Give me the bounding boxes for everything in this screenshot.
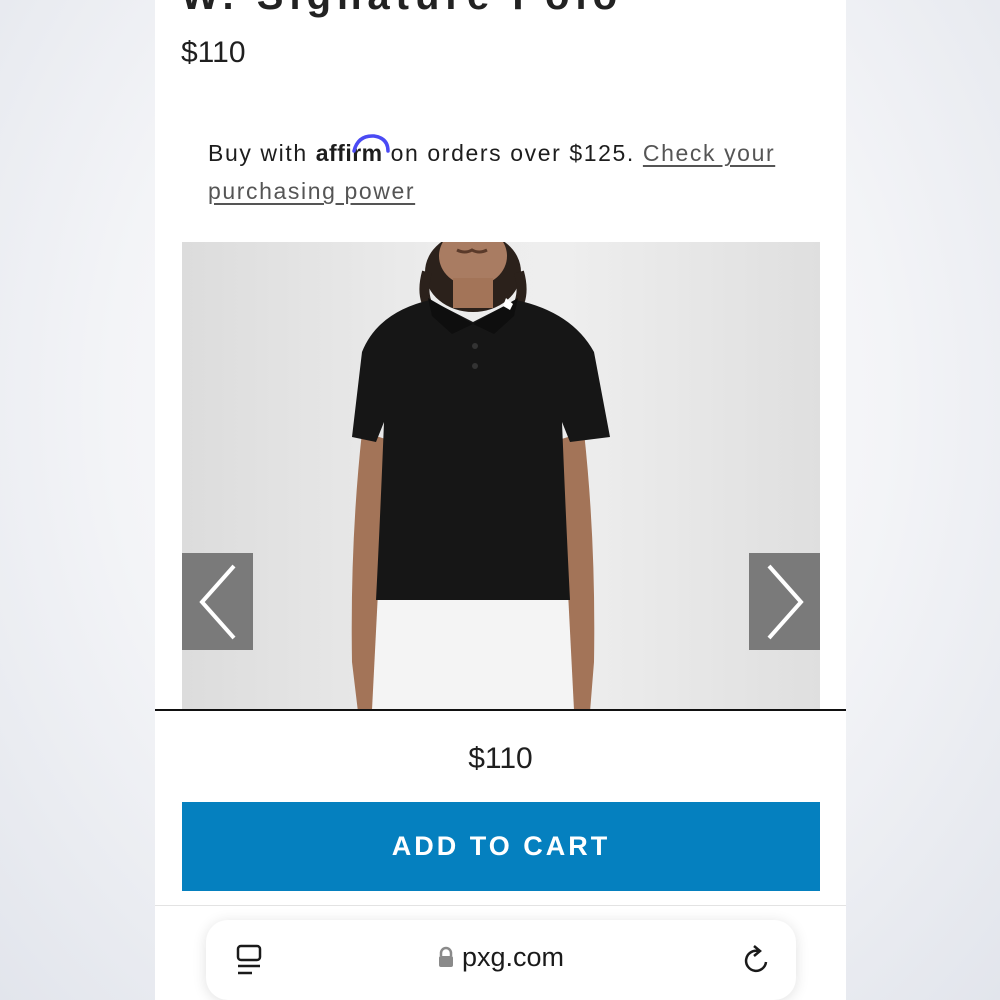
gallery-prev-button[interactable] xyxy=(182,553,253,650)
affirm-prefix: Buy with xyxy=(208,140,308,166)
reload-icon[interactable] xyxy=(742,944,772,981)
chevron-left-icon xyxy=(198,564,235,639)
product-photo xyxy=(351,242,610,710)
product-price: $110 xyxy=(181,36,246,69)
add-to-cart-button[interactable]: ADD TO CART xyxy=(182,802,820,891)
product-title: W. Signature Polo xyxy=(181,0,623,19)
sheet-divider xyxy=(155,905,846,906)
browser-domain: pxg.com xyxy=(461,942,565,972)
lock-icon xyxy=(438,944,454,975)
affirm-logo: affirm xyxy=(316,134,390,166)
sticky-bar-divider xyxy=(155,709,846,711)
browser-address-bar[interactable]: pxg.com xyxy=(206,920,796,1000)
product-page: W. Signature Polo $110 Buy with affirm o… xyxy=(155,0,846,1000)
product-image-gallery[interactable] xyxy=(182,242,820,710)
sticky-bar-price: $110 xyxy=(468,742,533,775)
chevron-right-icon xyxy=(767,564,804,639)
gallery-next-button[interactable] xyxy=(749,553,820,650)
affirm-promo: Buy with affirm on orders over $125. Che… xyxy=(208,134,808,210)
browser-domain-container[interactable]: pxg.com xyxy=(206,942,796,975)
affirm-arc-icon xyxy=(351,134,390,153)
affirm-middle: on orders over $125. xyxy=(390,140,635,166)
